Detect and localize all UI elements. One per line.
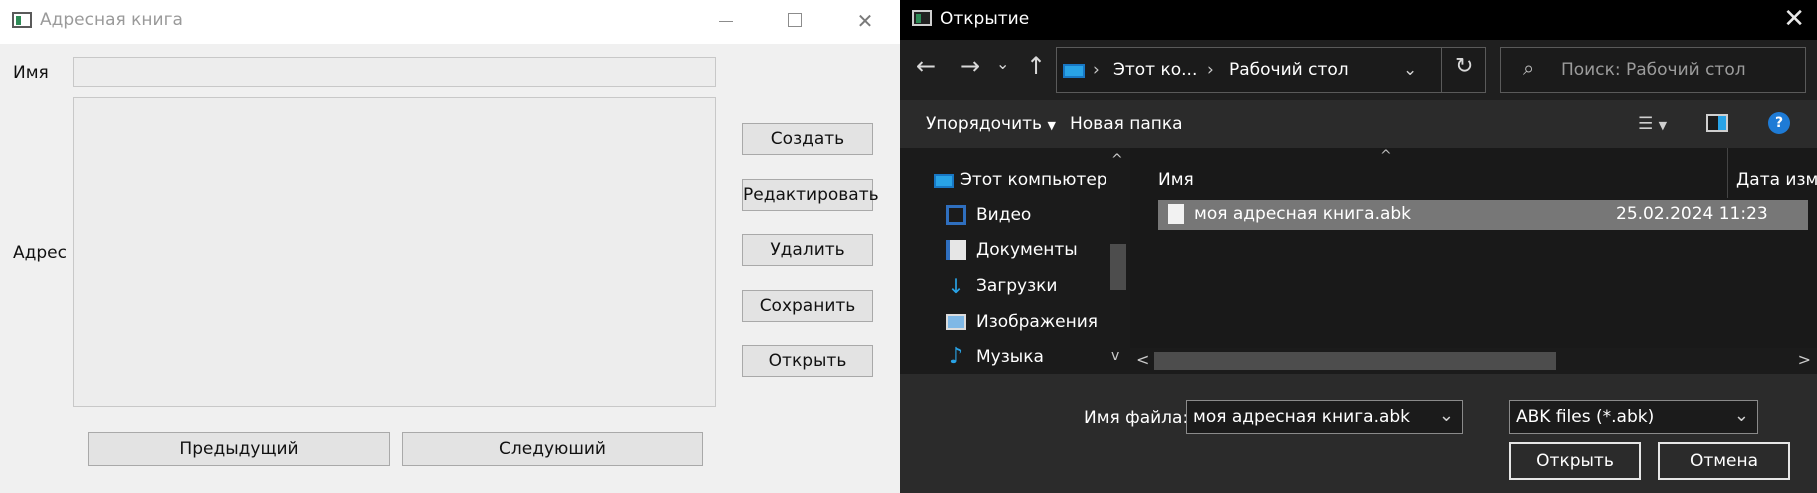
- scroll-right-icon[interactable]: >: [1798, 350, 1811, 369]
- pictures-folder-icon: [946, 314, 966, 330]
- open-dialog: Открытие ✕ ← → ⌄ ↑ › Этот ко... › Рабочи…: [900, 0, 1817, 493]
- maximize-button[interactable]: [780, 8, 810, 34]
- search-placeholder: Поиск: Рабочий стол: [1561, 60, 1746, 80]
- dialog-footer: Имя файла: моя адресная книга.abk ⌄ ABK …: [900, 374, 1817, 493]
- file-hscrollbar[interactable]: < >: [1130, 348, 1817, 374]
- nav-item-label: Изображения: [976, 312, 1099, 332]
- nav-item-label: Этот компьютер: [960, 170, 1108, 190]
- computer-icon: [1063, 64, 1085, 78]
- dialog-app-icon: [912, 10, 932, 26]
- chevron-down-icon: ▼: [1047, 119, 1056, 132]
- dialog-toolbar: Упорядочить ▼ Новая папка ☰ ▼ ?: [900, 100, 1817, 148]
- addressbook-titlebar: Адресная книга ✕: [0, 0, 900, 44]
- close-icon: ✕: [856, 9, 874, 33]
- back-arrow-icon[interactable]: ←: [916, 52, 936, 80]
- next-button[interactable]: Следуюший: [402, 432, 703, 466]
- scroll-up-icon[interactable]: ^: [1111, 152, 1123, 168]
- navigation-pane: Этот компьютер Видео Документы ↓ Загрузк…: [900, 148, 1130, 374]
- filename-label: Имя файла:: [1084, 408, 1189, 428]
- chevron-down-icon[interactable]: ⌄: [1734, 405, 1749, 426]
- file-icon: [1168, 204, 1184, 224]
- addressbook-window: Адресная книга ✕ Имя Адрес Создать Редак…: [0, 0, 900, 493]
- dialog-open-button[interactable]: Открыть: [1509, 442, 1641, 480]
- dialog-cancel-button[interactable]: Отмена: [1658, 442, 1790, 480]
- filename-input[interactable]: моя адресная книга.abk ⌄: [1186, 400, 1463, 434]
- video-folder-icon: [946, 205, 966, 225]
- name-label: Имя: [13, 63, 49, 83]
- dialog-close-button[interactable]: ✕: [1783, 4, 1805, 34]
- computer-icon: [934, 174, 954, 188]
- documents-folder-icon: [946, 240, 966, 260]
- maximize-icon: [788, 13, 802, 27]
- organize-label: Упорядочить: [926, 114, 1043, 134]
- recent-chevron-icon[interactable]: ⌄: [996, 54, 1009, 73]
- preview-pane-icon[interactable]: [1706, 114, 1728, 132]
- name-input[interactable]: [73, 57, 716, 87]
- address-textarea[interactable]: [73, 97, 716, 407]
- column-separator[interactable]: [1727, 148, 1728, 198]
- file-list: ^ Имя Дата изменения моя адресная книга.…: [1130, 148, 1817, 374]
- breadcrumb-sep-icon: ›: [1093, 60, 1100, 80]
- up-arrow-icon[interactable]: ↑: [1026, 52, 1046, 80]
- address-dropdown-icon[interactable]: ⌄: [1403, 60, 1417, 80]
- breadcrumb-sep-icon: ›: [1207, 60, 1214, 80]
- search-box[interactable]: ⌕ Поиск: Рабочий стол: [1500, 47, 1806, 93]
- filename-value: моя адресная книга.abk: [1193, 407, 1411, 427]
- scroll-left-icon[interactable]: <: [1136, 350, 1149, 369]
- file-row[interactable]: моя адресная книга.abk 25.02.2024 11:23: [1158, 200, 1808, 230]
- forward-arrow-icon[interactable]: →: [960, 52, 980, 80]
- help-icon[interactable]: ?: [1768, 112, 1790, 134]
- window-title: Адресная книга: [40, 10, 183, 30]
- organize-menu[interactable]: Упорядочить ▼: [926, 114, 1056, 134]
- nav-scroll-thumb[interactable]: [1110, 244, 1126, 290]
- address-divider: [1441, 48, 1442, 92]
- chevron-down-icon[interactable]: ⌄: [1439, 405, 1454, 426]
- scroll-down-icon[interactable]: v: [1111, 348, 1119, 364]
- nav-item-label: Документы: [976, 240, 1078, 260]
- nav-item-label: Видео: [976, 205, 1032, 225]
- nav-item-label: Музыка: [976, 347, 1044, 367]
- navigation-bar: ← → ⌄ ↑ › Этот ко... › Рабочий стол ⌄ ↻ …: [900, 40, 1817, 100]
- address-label: Адрес: [13, 243, 67, 263]
- delete-button[interactable]: Удалить: [742, 234, 873, 266]
- file-hscroll-thumb[interactable]: [1154, 352, 1556, 370]
- filetype-value: ABK files (*.abk): [1516, 407, 1655, 427]
- close-button[interactable]: ✕: [850, 8, 880, 34]
- create-button[interactable]: Создать: [742, 123, 873, 155]
- address-bar[interactable]: › Этот ко... › Рабочий стол ⌄ ↻: [1056, 47, 1486, 93]
- nav-scrollbar[interactable]: ^ v: [1106, 148, 1130, 374]
- breadcrumb-item-desktop[interactable]: Рабочий стол: [1229, 60, 1349, 80]
- file-name: моя адресная книга.abk: [1194, 204, 1412, 224]
- breadcrumb-item-computer[interactable]: Этот ко...: [1113, 60, 1197, 80]
- minimize-icon: [719, 21, 733, 22]
- dialog-title: Открытие: [940, 9, 1030, 29]
- app-icon: [12, 12, 32, 28]
- refresh-icon[interactable]: ↻: [1455, 54, 1473, 79]
- music-folder-icon: ♪: [948, 344, 964, 369]
- new-folder-button[interactable]: Новая папка: [1070, 114, 1183, 134]
- sort-indicator-icon: ^: [1380, 148, 1392, 164]
- file-date: 25.02.2024 11:23: [1616, 204, 1768, 224]
- view-options-icon[interactable]: ☰ ▼: [1638, 114, 1667, 134]
- open-button[interactable]: Открыть: [742, 345, 873, 377]
- search-icon: ⌕: [1523, 56, 1535, 80]
- dialog-titlebar: Открытие ✕: [900, 0, 1817, 40]
- minimize-button[interactable]: [710, 8, 740, 34]
- save-button[interactable]: Сохранить: [742, 290, 873, 322]
- filetype-select[interactable]: ABK files (*.abk) ⌄: [1509, 400, 1758, 434]
- downloads-folder-icon: ↓: [947, 274, 965, 298]
- edit-button[interactable]: Редактировать: [742, 179, 879, 211]
- previous-button[interactable]: Предыдущий: [88, 432, 390, 466]
- nav-item-label: Загрузки: [976, 276, 1058, 296]
